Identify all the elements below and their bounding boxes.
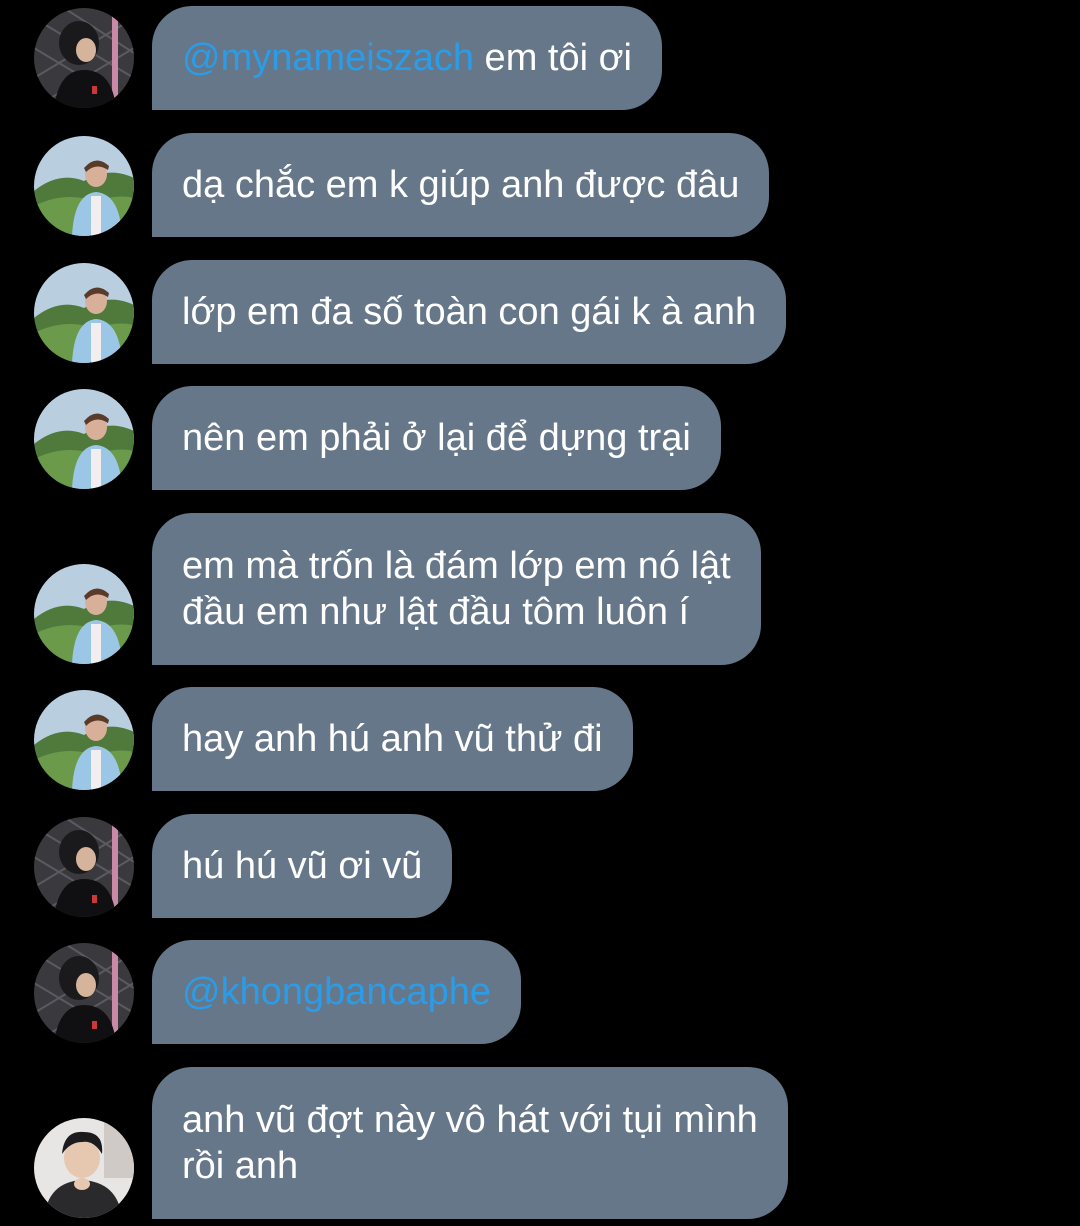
message-text: em mà trốn là đám lớp em nó lật đầu em n… xyxy=(182,545,731,633)
message-bubble: em mà trốn là đám lớp em nó lật đầu em n… xyxy=(152,513,761,665)
message-bubble: dạ chắc em k giúp anh được đâu xyxy=(152,133,770,237)
user-c-avatar[interactable] xyxy=(34,1118,134,1218)
message-bubble: hay anh hú anh vũ thử đi xyxy=(152,687,633,791)
message-bubble: @mynameiszach em tôi ơi xyxy=(152,6,662,110)
message-text: anh vũ đợt này vô hát với tụi mình rồi a… xyxy=(182,1099,758,1187)
user-b-avatar[interactable] xyxy=(34,136,134,236)
message-bubble: hú hú vũ ơi vũ xyxy=(152,814,453,918)
mention-link[interactable]: @mynameiszach xyxy=(182,35,474,81)
user-a-avatar[interactable] xyxy=(34,943,134,1043)
message-bubble: lớp em đa số toàn con gái k à anh xyxy=(152,260,787,364)
user-b-avatar[interactable] xyxy=(34,263,134,363)
message-text: nên em phải ở lại để dựng trại xyxy=(182,417,691,459)
user-a-avatar[interactable] xyxy=(34,817,134,917)
message-text: hú hú vũ ơi vũ xyxy=(182,845,423,887)
mention-link[interactable]: @khongbancaphe xyxy=(182,969,491,1015)
user-a-avatar[interactable] xyxy=(34,8,134,108)
message-bubble: anh vũ đợt này vô hát với tụi mình rồi a… xyxy=(152,1067,788,1219)
message-text: hay anh hú anh vũ thử đi xyxy=(182,718,603,760)
message-text: lớp em đa số toàn con gái k à anh xyxy=(182,291,757,333)
message-bubble: @khongbancaphe xyxy=(152,940,522,1044)
user-b-avatar[interactable] xyxy=(34,690,134,790)
user-b-avatar[interactable] xyxy=(34,389,134,489)
chat-thread: @mynameiszach em tôi ơi dạ chắc em k giú… xyxy=(0,0,1080,1226)
message-bubble: nên em phải ở lại để dựng trại xyxy=(152,386,721,490)
user-b-avatar[interactable] xyxy=(34,564,134,664)
message-text: dạ chắc em k giúp anh được đâu xyxy=(182,164,740,206)
message-text: em tôi ơi xyxy=(474,37,632,79)
